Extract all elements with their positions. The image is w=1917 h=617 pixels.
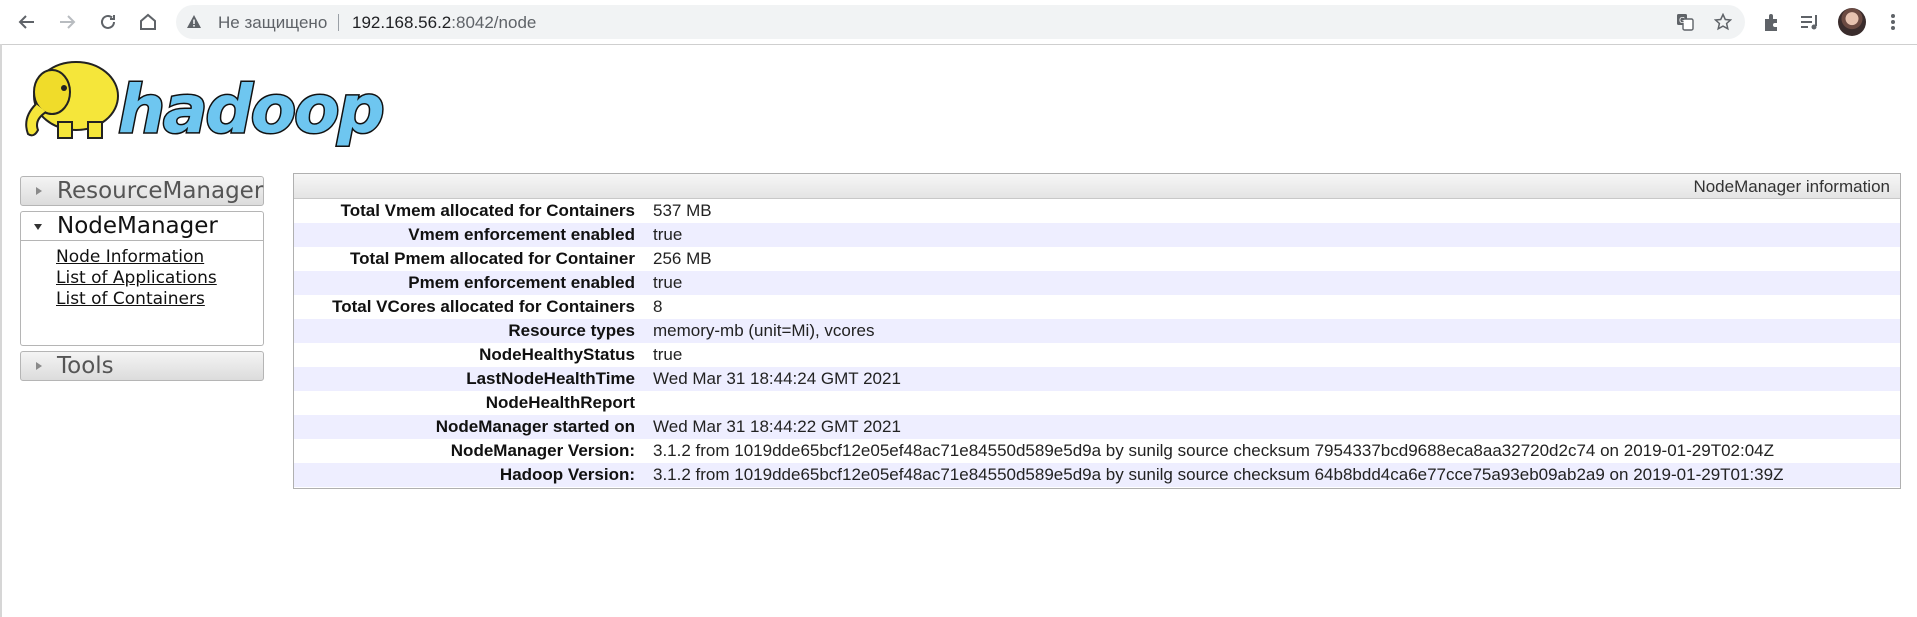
table-row: NodeManager started on Wed Mar 31 18:44:… (294, 415, 1900, 439)
elephant-icon (25, 61, 119, 139)
back-button[interactable] (13, 8, 41, 36)
row-label: Resource types (508, 321, 635, 340)
url-text[interactable]: 192.168.56.2:8042/node (352, 13, 536, 33)
table-row: NodeManager Version: 3.1.2 from 1019dde6… (294, 439, 1900, 463)
home-icon (140, 13, 156, 30)
nodemanager-info-table: NodeManager information Total Vmem alloc… (293, 173, 1901, 489)
row-label: Total Vmem allocated for Containers (340, 201, 635, 220)
table-row: Total Vmem allocated for Containers 537 … (294, 199, 1900, 223)
window-border (0, 44, 2, 617)
row-value: true (653, 273, 683, 292)
sidebar-link-list-of-applications[interactable]: List of Applications (56, 268, 217, 288)
table-row: Total Pmem allocated for Container 256 M… (294, 247, 1900, 271)
table-title: NodeManager information (1693, 177, 1890, 196)
reload-button[interactable] (94, 8, 122, 36)
media-control-icon[interactable] (1799, 11, 1821, 33)
sidebar-link-list-of-containers[interactable]: List of Containers (56, 289, 205, 309)
sidebar-link-node-information[interactable]: Node Information (56, 247, 204, 267)
row-value: 3.1.2 from 1019dde65bcf12e05ef48ac71e845… (653, 465, 1784, 484)
row-label: NodeHealthyStatus (479, 345, 635, 364)
star-icon[interactable] (1714, 13, 1732, 31)
hadoop-wordmark: hadoop (118, 71, 383, 148)
row-label: NodeManager Version: (450, 441, 635, 460)
row-value: true (653, 225, 683, 244)
sidebar-section-body: Node Information List of Applications Li… (20, 241, 264, 346)
svg-text:G: G (1679, 16, 1685, 25)
table-row: Hadoop Version: 3.1.2 from 1019dde65bcf1… (294, 463, 1900, 487)
home-button[interactable] (134, 8, 162, 36)
row-value: memory-mb (unit=Mi), vcores (653, 321, 875, 340)
row-value: 8 (653, 297, 663, 316)
table-row: NodeHealthReport (294, 391, 1900, 415)
sidebar-section-tools[interactable]: Tools (20, 351, 264, 381)
table-row: Total VCores allocated for Containers 8 (294, 295, 1900, 319)
row-value: true (653, 345, 683, 364)
row-value: 537 MB (653, 201, 712, 220)
row-value: Wed Mar 31 18:44:24 GMT 2021 (653, 369, 901, 388)
row-label: Total Pmem allocated for Container (350, 249, 635, 268)
address-bar[interactable]: Не защищено 192.168.56.2:8042/node G (176, 5, 1745, 39)
url-host: 192.168.56.2 (352, 13, 452, 32)
forward-button[interactable] (53, 8, 81, 36)
warning-icon[interactable] (186, 14, 202, 30)
hadoop-logo[interactable]: hadoop (18, 52, 398, 148)
row-label: Hadoop Version: (499, 465, 635, 484)
url-path: :8042/node (451, 13, 537, 32)
collapsed-triangle-icon (36, 187, 42, 195)
profile-avatar[interactable] (1838, 8, 1866, 36)
sidebar-section-label: NodeManager (57, 213, 218, 239)
translate-icon[interactable]: G (1676, 13, 1694, 31)
sidebar-section-label: ResourceManager (57, 178, 264, 204)
arrow-right-icon (60, 15, 76, 29)
sidebar-section-label: Tools (57, 353, 114, 379)
arrow-left-icon (18, 15, 34, 29)
table-row: Resource types memory-mb (unit=Mi), vcor… (294, 319, 1900, 343)
row-label: Pmem enforcement enabled (408, 273, 635, 292)
row-label: LastNodeHealthTime (466, 369, 635, 388)
table-row: NodeHealthyStatus true (294, 343, 1900, 367)
table-header: NodeManager information (294, 174, 1900, 199)
table-row: Pmem enforcement enabled true (294, 271, 1900, 295)
row-label: NodeManager started on (435, 417, 635, 436)
row-label: Total VCores allocated for Containers (332, 297, 635, 316)
sidebar-section-resourcemanager[interactable]: ResourceManager (20, 176, 264, 206)
row-label: NodeHealthReport (485, 393, 635, 412)
insecure-label[interactable]: Не защищено (218, 13, 327, 33)
collapsed-triangle-icon (36, 362, 42, 370)
browser-toolbar: Не защищено 192.168.56.2:8042/node G (0, 0, 1917, 45)
row-value: 256 MB (653, 249, 712, 268)
row-value: Wed Mar 31 18:44:22 GMT 2021 (653, 417, 901, 436)
sidebar-section-nodemanager[interactable]: NodeManager (20, 211, 264, 241)
separator (338, 14, 339, 31)
table-row: LastNodeHealthTime Wed Mar 31 18:44:24 G… (294, 367, 1900, 391)
menu-dots-icon[interactable] (1882, 11, 1904, 33)
row-label: Vmem enforcement enabled (408, 225, 635, 244)
row-value: 3.1.2 from 1019dde65bcf12e05ef48ac71e845… (653, 441, 1775, 460)
expanded-triangle-icon (34, 224, 42, 230)
table-row: Vmem enforcement enabled true (294, 223, 1900, 247)
reload-icon (101, 14, 115, 29)
extensions-icon[interactable] (1761, 11, 1783, 33)
